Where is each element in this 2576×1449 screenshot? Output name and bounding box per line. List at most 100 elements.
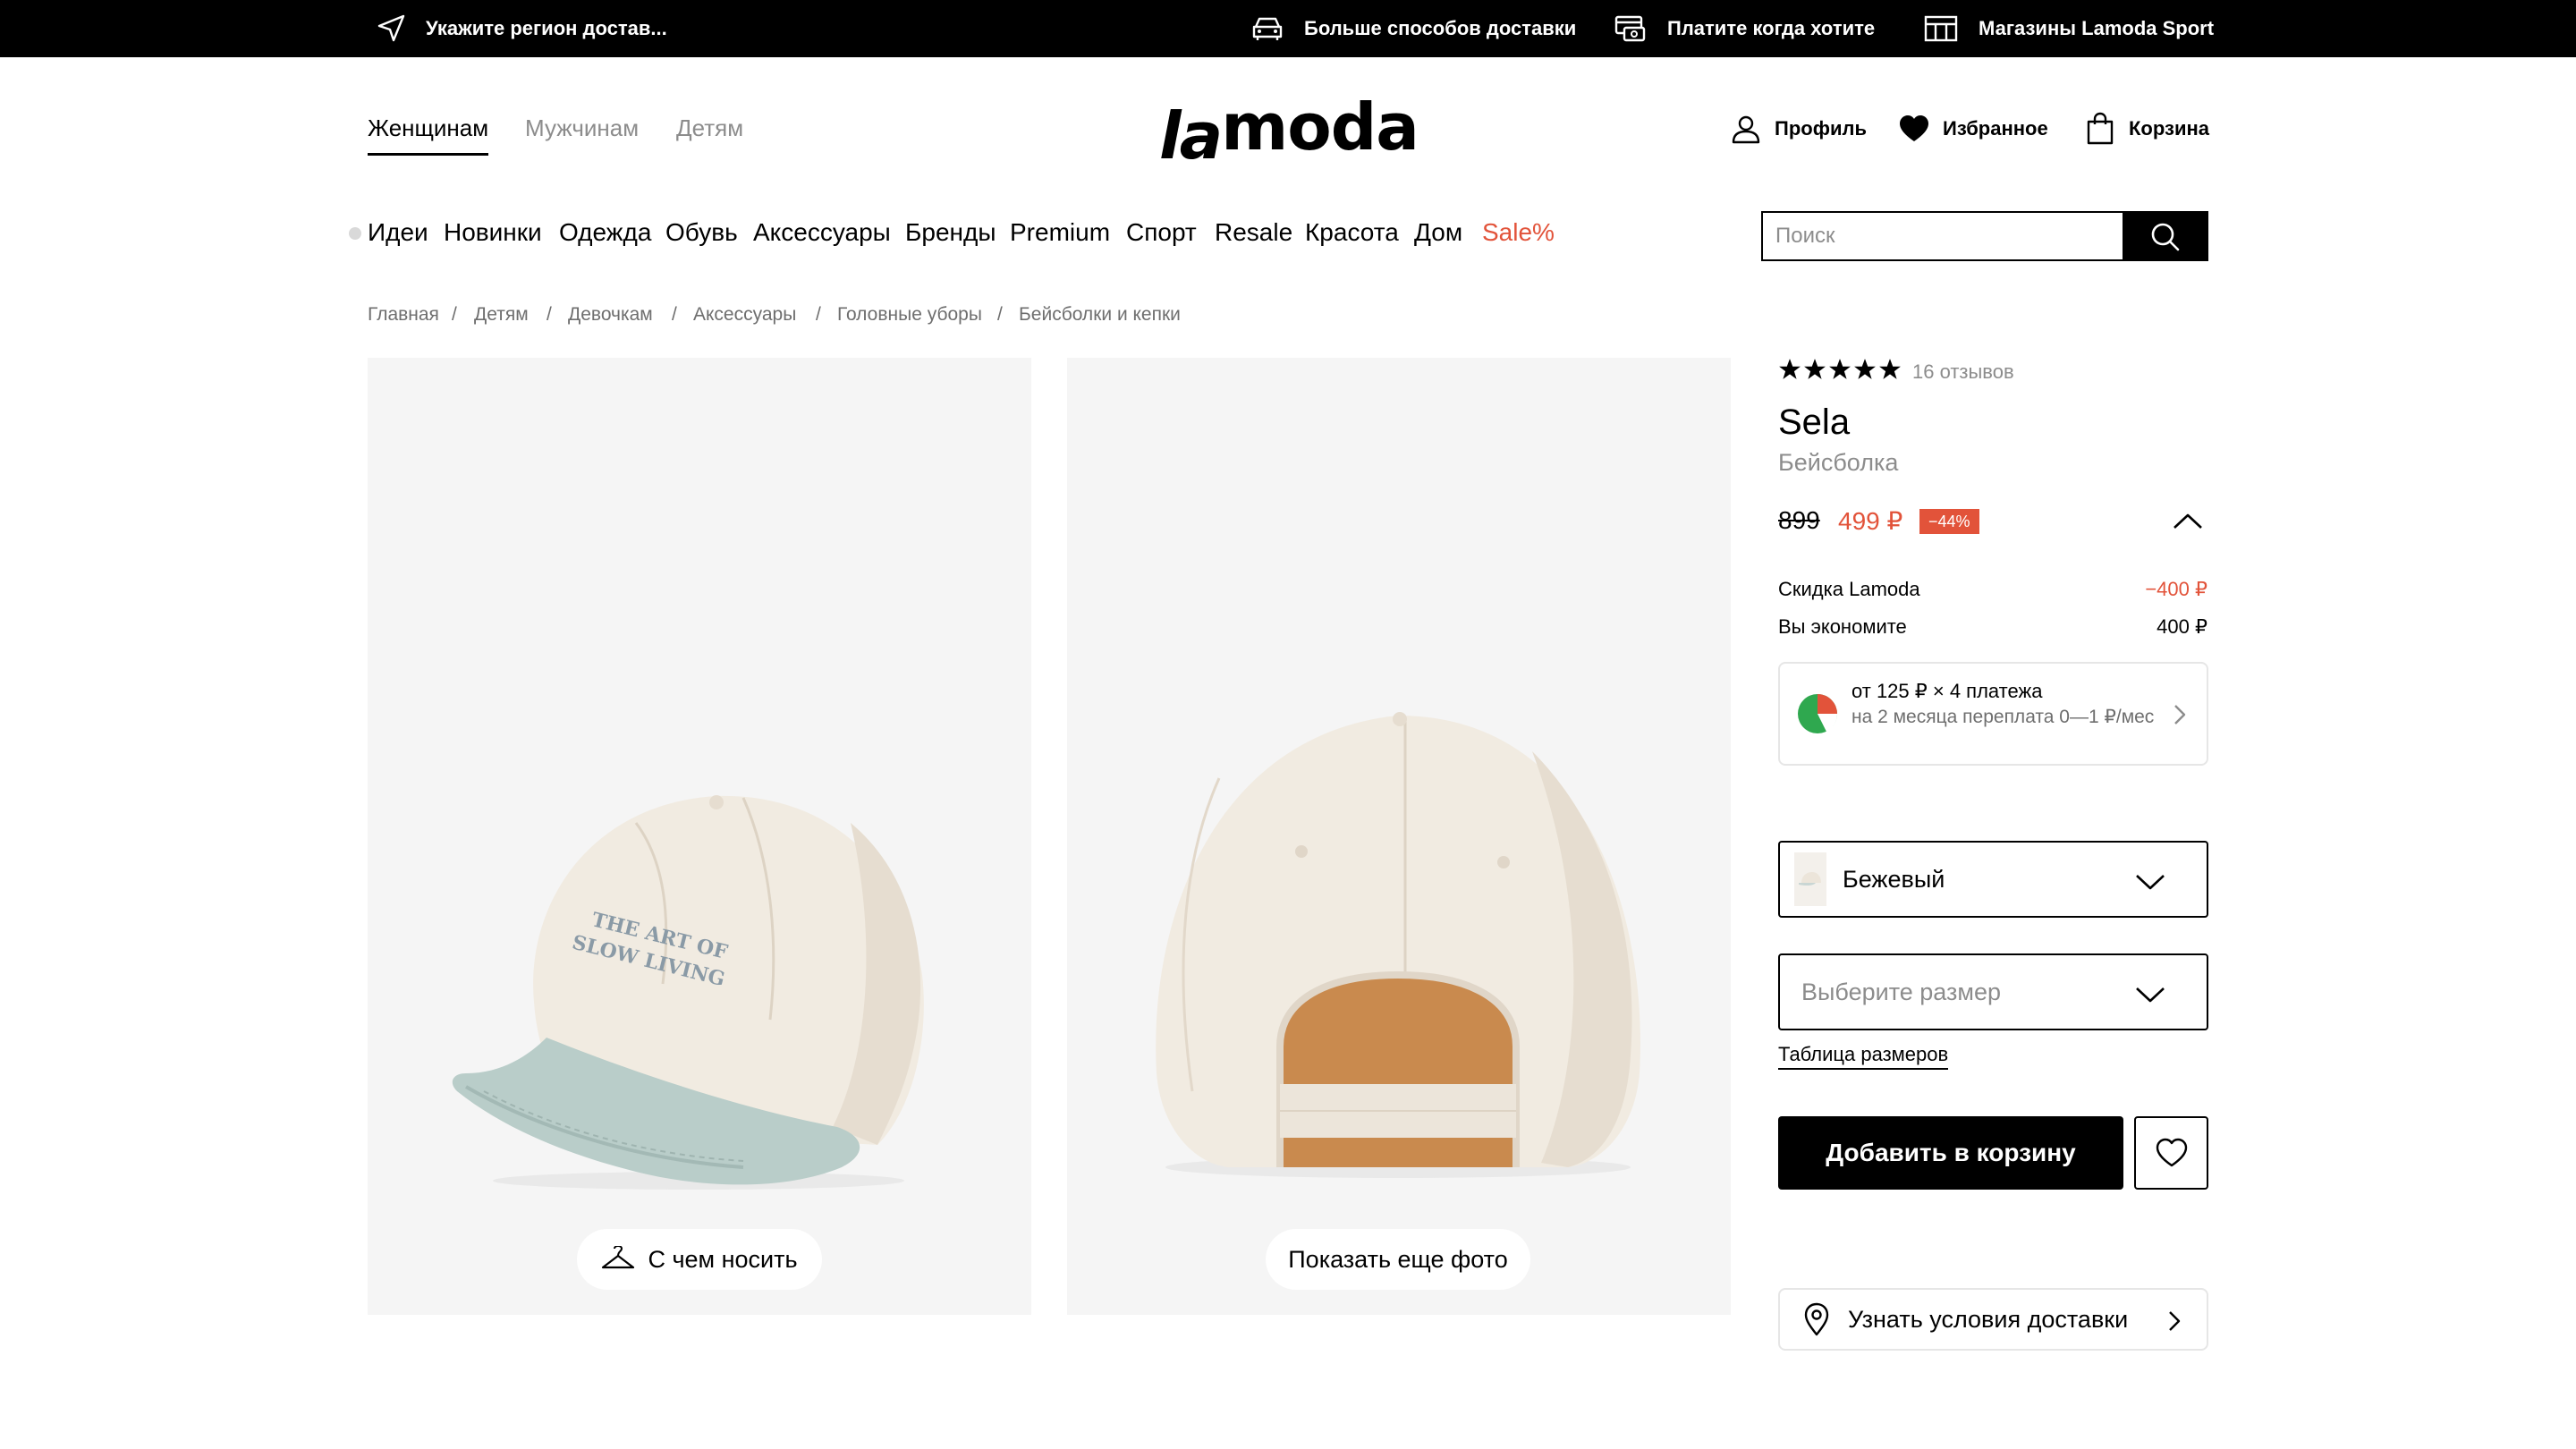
search-input[interactable] (1763, 213, 2123, 259)
size-placeholder: Выберите размер (1801, 978, 2001, 1005)
category-clothes[interactable]: Одежда (559, 218, 651, 247)
logo-la: la (1159, 98, 1223, 174)
cart-link[interactable]: Корзина (2084, 109, 2209, 148)
hanger-icon (602, 1246, 635, 1269)
breadcrumb-item[interactable]: Головные уборы (837, 304, 982, 326)
savings-label: Вы экономите (1778, 615, 1907, 638)
category-accessories[interactable]: Аксессуары (753, 218, 891, 247)
delivery-terms-label: Узнать условия доставки (1848, 1305, 2129, 1333)
star-icon (1854, 359, 1876, 379)
favorites-link[interactable]: Избранное (1898, 109, 2048, 148)
chevron-right-icon (2174, 705, 2186, 724)
installments-logo-icon (1798, 694, 1838, 733)
add-to-cart-button[interactable]: Добавить в корзину (1778, 1116, 2123, 1190)
stores-label: Магазины Lamoda Sport (1979, 17, 2215, 39)
location-pin-icon (1804, 1302, 1829, 1336)
delivery-terms-button[interactable]: Узнать условия доставки (1778, 1288, 2208, 1351)
profile-label: Профиль (1775, 117, 1867, 140)
product-type: Бейсболка (1778, 449, 1899, 476)
car-icon (1252, 17, 1283, 40)
pay-later-link[interactable]: Платите когда хотите (1614, 0, 1875, 57)
heart-outline-icon (2156, 1138, 2187, 1167)
region-selector[interactable]: Укажите регион достав... (376, 0, 667, 57)
category-new[interactable]: Новинки (444, 218, 542, 247)
product-brand[interactable]: Sela (1778, 402, 1850, 443)
breadcrumb-separator: / (672, 304, 677, 325)
lamoda-discount-label: Скидка Lamoda (1778, 578, 1920, 600)
category-beauty[interactable]: Красота (1305, 218, 1399, 247)
lamoda-logo[interactable]: la moda (1159, 88, 1424, 168)
favorites-label: Избранное (1943, 117, 2048, 140)
breadcrumb-separator: / (547, 304, 552, 325)
savings-value: 400 ₽ (2157, 615, 2207, 638)
show-more-photos-label: Показать еще фото (1288, 1245, 1508, 1273)
chevron-down-icon (2136, 987, 2165, 1003)
what-to-wear-label: С чем носить (648, 1245, 798, 1273)
logo-moda: moda (1221, 89, 1419, 165)
tab-men[interactable]: Мужчинам (525, 114, 639, 142)
breadcrumb-separator: / (997, 304, 1003, 325)
discount-badge: −44% (1919, 509, 1979, 534)
chevron-right-icon (2169, 1311, 2181, 1331)
breadcrumb-separator: / (452, 304, 457, 325)
star-icon (1779, 359, 1801, 379)
breadcrumb-item[interactable]: Главная (368, 304, 439, 326)
tab-kids[interactable]: Детям (676, 114, 743, 142)
search-button[interactable] (2123, 213, 2207, 259)
region-label: Укажите регион достав... (426, 17, 667, 39)
rating-stars[interactable] (1778, 358, 1903, 381)
category-resale[interactable]: Resale (1215, 218, 1292, 247)
show-more-photos-button[interactable]: Показать еще фото (1266, 1229, 1530, 1290)
shopping-bag-icon (2087, 112, 2114, 145)
old-price: 899 (1778, 506, 1820, 534)
installments-subtitle: на 2 месяца переплата 0—1 ₽/мес (1852, 707, 2155, 727)
product-photo-front[interactable]: THE ART OF SLOW LIVING С чем носить (368, 358, 1031, 1315)
breadcrumb-item[interactable]: Бейсболки и кепки (1019, 304, 1181, 326)
cap-thumbnail-icon (1799, 872, 1821, 886)
current-price: 499 ₽ (1838, 507, 1903, 535)
pay-later-label: Платите когда хотите (1667, 17, 1876, 39)
breadcrumb-item[interactable]: Девочкам (568, 304, 653, 326)
breadcrumb-item[interactable]: Аксессуары (693, 304, 796, 326)
category-sale[interactable]: Sale% (1482, 218, 1555, 247)
installments-title: от 125 ₽ × 4 платежа (1852, 680, 2043, 702)
chevron-up-icon[interactable] (2172, 510, 2204, 531)
size-select[interactable]: Выберите размер (1778, 953, 2208, 1030)
top-bar: Укажите регион достав... Больше способов… (0, 0, 2576, 57)
stores-link[interactable]: Магазины Lamoda Sport (1923, 0, 2214, 57)
category-shoes[interactable]: Обувь (665, 218, 738, 247)
color-select[interactable]: Бежевый (1778, 841, 2208, 918)
cart-label: Корзина (2129, 117, 2209, 140)
category-brands[interactable]: Бренды (905, 218, 996, 247)
lamoda-discount-value: −400 ₽ (2145, 578, 2207, 600)
delivery-ways-label: Больше способов доставки (1304, 17, 1577, 39)
store-map-icon (1924, 15, 1958, 42)
reviews-link[interactable]: 16 отзывов (1912, 360, 2014, 384)
tab-women[interactable]: Женщинам (368, 114, 489, 156)
profile-link[interactable]: Профиль (1730, 109, 1867, 148)
heart-filled-icon (1900, 115, 1928, 141)
product-photo-back[interactable]: Показать еще фото (1067, 358, 1731, 1315)
color-value: Бежевый (1843, 865, 1945, 893)
location-arrow-icon (377, 14, 405, 42)
breadcrumb-separator: / (816, 304, 821, 325)
cap-back-image (1156, 712, 1640, 1178)
size-table-link[interactable]: Таблица размеров (1778, 1043, 1949, 1070)
wallet-card-icon (1614, 15, 1646, 42)
star-icon (1879, 359, 1901, 379)
what-to-wear-button[interactable]: С чем носить (577, 1229, 822, 1290)
ideas-dot (349, 227, 361, 240)
search-box (1761, 211, 2208, 261)
chevron-down-icon (2136, 875, 2165, 890)
user-icon (1732, 115, 1760, 144)
breadcrumb-item[interactable]: Детям (474, 304, 529, 326)
color-swatch (1794, 852, 1826, 906)
category-sport[interactable]: Спорт (1126, 218, 1197, 247)
category-premium[interactable]: Premium (1010, 218, 1110, 247)
category-home[interactable]: Дом (1414, 218, 1462, 247)
delivery-ways-link[interactable]: Больше способов доставки (1250, 0, 1576, 57)
installments-card[interactable]: от 125 ₽ × 4 платежа на 2 месяца перепла… (1778, 662, 2208, 766)
star-icon (1804, 359, 1826, 379)
category-ideas[interactable]: Идеи (368, 218, 428, 247)
add-to-favorites-button[interactable] (2134, 1116, 2208, 1190)
